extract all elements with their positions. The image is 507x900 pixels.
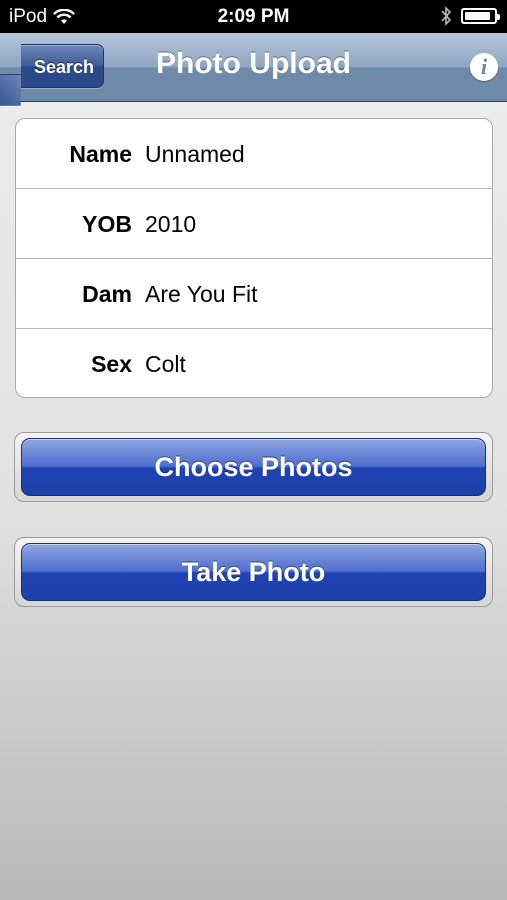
detail-value: Colt: [145, 351, 186, 377]
choose-photos-frame: Choose Photos: [14, 432, 493, 502]
detail-value: 2010: [145, 211, 197, 237]
detail-row-dam: Dam Are You Fit: [16, 259, 492, 329]
detail-label: Sex: [91, 351, 132, 377]
detail-label: Name: [69, 141, 132, 167]
battery-level: [465, 12, 491, 20]
choose-photos-button[interactable]: Choose Photos: [21, 438, 486, 496]
bluetooth-icon: [441, 6, 452, 26]
navigation-bar: Search Photo Upload i: [0, 33, 507, 106]
detail-value: Unnamed: [145, 141, 245, 167]
info-icon[interactable]: i: [470, 53, 498, 81]
take-photo-button[interactable]: Take Photo: [21, 543, 486, 601]
status-time: 2:09 PM: [217, 6, 290, 27]
detail-row-yob: YOB 2010: [16, 189, 492, 259]
detail-label: YOB: [82, 211, 132, 237]
detail-label: Dam: [82, 281, 132, 307]
status-right: [440, 6, 500, 26]
detail-value: Are You Fit: [145, 281, 258, 307]
take-photo-frame: Take Photo: [14, 537, 493, 607]
detail-row-sex: Sex Colt: [16, 329, 492, 397]
status-bar: iPod 2:09 PM: [0, 0, 507, 33]
page-title: Photo Upload: [156, 47, 351, 80]
detail-row-name: Name Unnamed: [16, 119, 492, 189]
battery-icon: [461, 8, 500, 24]
details-table: Name Unnamed YOB 2010 Dam Are You Fit Se…: [15, 118, 493, 398]
